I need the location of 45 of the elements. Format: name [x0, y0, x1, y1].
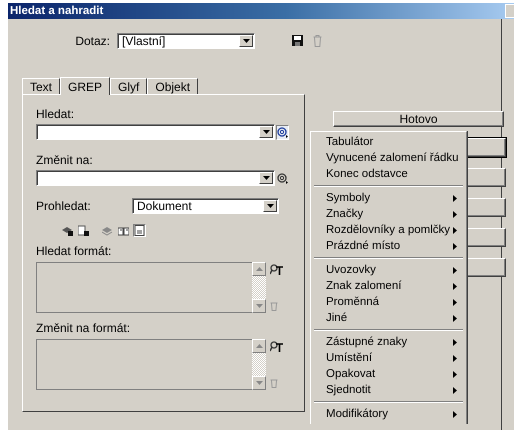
menu-item[interactable]: Konec odstavce — [311, 166, 466, 182]
search-scope-dropdown[interactable]: Dokument — [132, 198, 279, 214]
tab[interactable]: GREP — [60, 77, 110, 95]
menu-item[interactable]: Sjednotit — [311, 382, 466, 398]
dropdown-arrow-icon[interactable] — [242, 39, 250, 43]
search-option-toggle[interactable] — [101, 224, 114, 237]
window-title: Hledat a nahradit — [10, 5, 104, 17]
tab[interactable]: Objekt — [147, 78, 198, 94]
text-field[interactable] — [36, 170, 275, 186]
format-search-icon[interactable] — [270, 264, 283, 275]
field-label: Hledat: — [36, 107, 76, 121]
menu-item[interactable]: Opakovat — [311, 366, 466, 382]
menu-item[interactable]: Jiné — [311, 310, 466, 326]
done-button[interactable]: Hotovo — [333, 111, 504, 127]
format-search-icon[interactable] — [270, 341, 283, 352]
tab[interactable]: Text — [22, 78, 60, 94]
special-characters-button[interactable] — [276, 124, 289, 140]
menu-item[interactable]: Uvozovky — [311, 262, 466, 278]
field-label: Hledat formát: — [36, 244, 112, 258]
menu-item[interactable]: Symboly — [311, 190, 466, 206]
search-option-toggle[interactable] — [61, 224, 74, 237]
save-icon[interactable] — [292, 35, 303, 46]
tab[interactable]: Glyf — [110, 78, 148, 94]
special-characters-button[interactable] — [276, 170, 289, 186]
menu-item[interactable]: Vynucené zalomení řádku — [311, 150, 466, 166]
dropdown-arrow-icon[interactable] — [262, 176, 270, 180]
field-label: Změnit na formát: — [36, 321, 132, 335]
search-option-toggle[interactable] — [133, 224, 146, 237]
menu-item[interactable]: Znak zalomení — [311, 278, 466, 294]
menu-item[interactable]: Rozdělovníky a pomlčky — [311, 222, 466, 238]
field-label: Prohledat: — [36, 199, 92, 213]
menu-item[interactable]: Prázdné místo — [311, 238, 466, 254]
dropdown-arrow-icon[interactable] — [266, 204, 274, 208]
field-label: Změnit na: — [36, 153, 94, 167]
search-option-toggle[interactable] — [77, 224, 90, 237]
text-field[interactable] — [36, 124, 275, 140]
dropdown-arrow-icon[interactable] — [262, 130, 270, 134]
menu-item[interactable]: Proměnná — [311, 294, 466, 310]
query-dropdown[interactable]: [Vlastní] — [117, 33, 255, 49]
menu-item[interactable]: Značky — [311, 206, 466, 222]
menu-item[interactable]: Zástupné znaky — [311, 334, 466, 350]
query-label: Dotaz: — [74, 34, 110, 48]
menu-item[interactable]: Tabulátor — [311, 134, 466, 150]
menu-item[interactable]: Umístění — [311, 350, 466, 366]
menu-item[interactable]: Modifikátory — [311, 406, 466, 422]
